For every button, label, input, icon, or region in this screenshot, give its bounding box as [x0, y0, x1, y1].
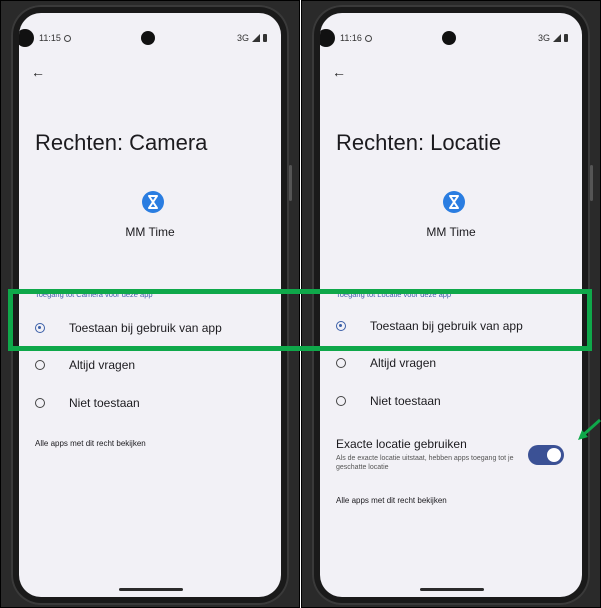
toggle-knob [547, 448, 561, 462]
page-title: Rechten: Locatie [336, 130, 502, 155]
status-bar: 11:16 3G [320, 13, 582, 47]
back-arrow-icon[interactable]: ← [332, 65, 346, 79]
hourglass-icon [142, 191, 164, 213]
app-name: MM Time [426, 225, 476, 239]
precise-location-title: Exacte locatie gebruiken [336, 437, 467, 451]
signal-icon [553, 34, 561, 42]
status-time: 11:15 [39, 33, 61, 43]
gesture-nav-bar[interactable] [420, 588, 484, 591]
status-clock: 11:15 [39, 33, 71, 43]
battery-icon [263, 34, 267, 42]
camera-cutout [19, 29, 34, 47]
see-all-apps-link[interactable]: Alle apps met dit recht bekijken [336, 496, 447, 505]
back-arrow-icon[interactable]: ← [31, 65, 45, 79]
option-label: Niet toestaan [69, 396, 140, 410]
alarm-icon [63, 34, 71, 42]
status-time: 11:16 [340, 33, 362, 43]
precise-location-description: Als de exacte locatie uitstaat, hebben a… [336, 455, 514, 471]
radio-icon[interactable] [336, 358, 346, 368]
volume-button [590, 165, 593, 201]
option-deny[interactable]: Niet toestaan [336, 394, 441, 408]
radio-icon[interactable] [35, 398, 45, 408]
page-title: Rechten: Camera [35, 130, 208, 155]
status-icons: 3G [538, 33, 568, 43]
network-type: 3G [236, 33, 249, 43]
highlight-box [8, 289, 592, 351]
option-label: Altijd vragen [69, 358, 136, 372]
radio-icon[interactable] [35, 360, 45, 370]
hourglass-icon [443, 191, 465, 213]
see-all-apps-link[interactable]: Alle apps met dit recht bekijken [35, 439, 146, 448]
battery-icon [564, 34, 568, 42]
option-deny[interactable]: Niet toestaan [35, 396, 140, 410]
alarm-icon [364, 34, 372, 42]
option-ask-every-time[interactable]: Altijd vragen [336, 356, 436, 370]
camera-cutout [320, 29, 335, 47]
front-camera [442, 31, 456, 45]
gesture-nav-bar[interactable] [119, 588, 183, 591]
status-clock: 11:16 [340, 33, 372, 43]
radio-icon[interactable] [336, 396, 346, 406]
option-label: Niet toestaan [370, 394, 441, 408]
option-label: Altijd vragen [370, 356, 437, 370]
arrow-callout-icon [576, 418, 601, 453]
signal-icon [252, 34, 260, 42]
volume-button [289, 165, 292, 201]
front-camera [141, 31, 155, 45]
option-ask-every-time[interactable]: Altijd vragen [35, 358, 135, 372]
app-name: MM Time [125, 225, 175, 239]
status-bar: 11:15 3G [19, 13, 281, 47]
status-icons: 3G [237, 33, 267, 43]
precise-location-toggle[interactable] [528, 445, 564, 465]
network-type: 3G [537, 33, 550, 43]
